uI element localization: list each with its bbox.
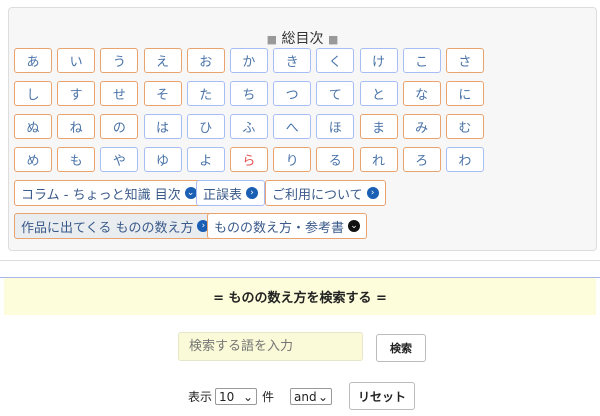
kana-button[interactable]: れ <box>359 147 398 172</box>
kana-button[interactable]: せ <box>100 81 139 106</box>
chevron-down-icon: ⌄ <box>317 389 328 404</box>
kana-button[interactable]: や <box>100 147 139 172</box>
kana-button[interactable]: ろ <box>402 147 441 172</box>
kana-button[interactable]: い <box>57 48 96 73</box>
index-title-text: 総目次 <box>281 31 324 47</box>
kana-button[interactable]: け <box>359 48 398 73</box>
kana-button[interactable]: ひ <box>186 114 225 139</box>
kana-button[interactable]: さ <box>445 48 484 73</box>
index-title: ■ 総目次 ■ <box>9 28 596 48</box>
kana-button[interactable]: ね <box>57 114 96 139</box>
kana-button[interactable]: た <box>186 81 225 106</box>
kana-button[interactable]: と <box>359 81 398 106</box>
link-label: 作品に出てくる ものの数え方 <box>21 220 194 236</box>
mode-select[interactable]: and ⌄ <box>290 388 332 405</box>
count-select[interactable]: 10 ⌄ <box>215 388 257 405</box>
square-marker-icon: ■ <box>266 33 278 46</box>
kana-button[interactable]: む <box>445 114 484 139</box>
kana-button[interactable]: な <box>402 81 441 106</box>
search-heading: = ものの数え方を検索する = <box>4 278 596 315</box>
kana-button[interactable]: ち <box>229 81 268 106</box>
link-label: ものの数え方・参考書 <box>214 220 345 236</box>
kana-button[interactable]: こ <box>402 48 441 73</box>
show-label: 表示 <box>188 390 213 404</box>
usage-link[interactable]: ご利用について › <box>265 180 386 206</box>
kana-button[interactable]: み <box>402 114 441 139</box>
kana-button[interactable]: え <box>143 48 182 73</box>
kana-button[interactable]: し <box>14 81 52 106</box>
search-input[interactable] <box>178 332 363 361</box>
kana-button[interactable]: ほ <box>316 114 355 139</box>
kana-button[interactable]: の <box>100 114 139 139</box>
chevron-right-circle-icon: › <box>246 187 259 199</box>
counting-in-works-link[interactable]: 作品に出てくる ものの数え方 › <box>14 213 217 239</box>
kana-button[interactable]: す <box>57 81 96 106</box>
count-unit: 件 <box>262 390 275 404</box>
link-label: 正誤表 <box>203 187 243 203</box>
chevron-down-circle-icon: ⌄ <box>184 187 197 199</box>
kana-button[interactable]: く <box>316 48 355 73</box>
kana-button[interactable]: も <box>57 147 96 172</box>
chevron-down-circle-icon: ⌄ <box>348 220 361 232</box>
column-index-link[interactable]: コラム - ちょっと知識 目次 ⌄ <box>14 180 204 206</box>
kana-button[interactable]: ゆ <box>143 147 182 172</box>
kana-button[interactable]: う <box>100 48 139 73</box>
link-label: コラム - ちょっと知識 目次 <box>21 187 181 203</box>
kana-button[interactable]: つ <box>273 81 312 106</box>
search-button[interactable]: 検索 <box>376 334 426 362</box>
errata-link[interactable]: 正誤表 › <box>196 180 266 206</box>
kana-button[interactable]: に <box>445 81 484 106</box>
chevron-down-icon: ⌄ <box>242 389 253 404</box>
kana-grid: あいうえおかきくけこさしすせそたちつてとなにぬねのはひふへほまみむめもやゆよらり… <box>14 48 484 172</box>
link-label: ご利用について <box>272 187 363 203</box>
reset-button[interactable]: リセット <box>349 382 415 410</box>
kana-button[interactable]: は <box>143 114 182 139</box>
kana-button[interactable]: あ <box>14 48 52 73</box>
kana-button[interactable]: そ <box>143 81 182 106</box>
kana-button[interactable]: へ <box>273 114 312 139</box>
divider <box>0 260 600 261</box>
kana-button[interactable]: よ <box>186 147 225 172</box>
kana-button[interactable]: わ <box>445 147 484 172</box>
square-marker-icon: ■ <box>327 33 339 46</box>
kana-button[interactable]: ま <box>359 114 398 139</box>
count-value: 10 <box>219 389 235 404</box>
index-panel: ■ 総目次 ■ あいうえおかきくけこさしすせそたちつてとなにぬねのはひふへほまみ… <box>8 7 597 251</box>
kana-button[interactable]: ら <box>229 147 268 172</box>
mode-value: and <box>294 389 317 404</box>
kana-button[interactable]: り <box>273 147 312 172</box>
kana-button[interactable]: る <box>316 147 355 172</box>
chevron-right-circle-icon: › <box>366 187 379 199</box>
kana-button[interactable]: て <box>316 81 355 106</box>
kana-button[interactable]: か <box>229 48 268 73</box>
references-link[interactable]: ものの数え方・参考書 ⌄ <box>207 213 368 239</box>
kana-button[interactable]: め <box>14 147 52 172</box>
kana-button[interactable]: き <box>273 48 312 73</box>
kana-button[interactable]: ぬ <box>14 114 52 139</box>
kana-button[interactable]: お <box>186 48 225 73</box>
kana-button[interactable]: ふ <box>229 114 268 139</box>
